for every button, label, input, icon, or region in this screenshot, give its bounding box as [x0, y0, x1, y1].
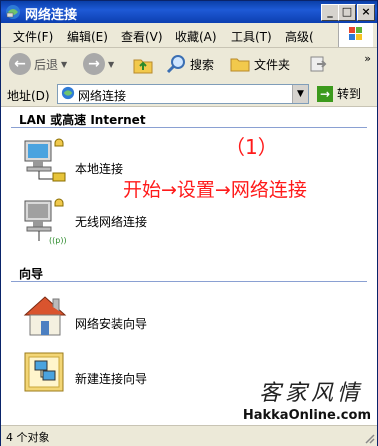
- network-connections-icon: [61, 86, 75, 100]
- local-connection-icon[interactable]: [19, 137, 69, 187]
- title-bar[interactable]: 网络连接 _ □ ×: [1, 1, 377, 23]
- search-label: 搜索: [190, 57, 215, 72]
- window-title: 网络连接: [25, 8, 78, 23]
- minimize-button[interactable]: _: [321, 4, 339, 21]
- group-divider: [11, 127, 367, 128]
- back-label: 后退: [34, 57, 59, 72]
- search-button[interactable]: 搜索: [165, 51, 214, 77]
- resize-grip-icon[interactable]: [363, 432, 375, 444]
- address-label: 地址(D): [7, 89, 50, 103]
- go-button[interactable]: → 转到: [317, 85, 361, 102]
- address-input[interactable]: 网络连接 ▼: [57, 84, 309, 104]
- network-setup-wizard-label[interactable]: 网络安装向导: [75, 315, 147, 332]
- toolbar-chevron-icon[interactable]: »: [364, 52, 371, 65]
- address-bar: 地址(D) 网络连接 ▼ → 转到: [1, 82, 377, 107]
- go-label: 转到: [337, 87, 362, 101]
- close-button[interactable]: ×: [357, 4, 375, 21]
- up-button[interactable]: [131, 51, 155, 77]
- network-setup-wizard-icon[interactable]: [21, 293, 69, 339]
- move-to-button[interactable]: [307, 51, 329, 77]
- status-text: 4 个对象: [6, 431, 50, 444]
- status-bar: 4 个对象: [1, 425, 377, 446]
- content-pane: LAN 或高速 Internet 本地连接 ((p)) 无线网络连接 向导 网络…: [1, 107, 377, 425]
- toolbar: ← 后退 ▼ → ▼ 搜索 文件夹 »: [1, 48, 377, 83]
- local-connection-label[interactable]: 本地连接: [75, 160, 123, 177]
- folders-label: 文件夹: [254, 57, 291, 72]
- folders-icon: [230, 58, 250, 72]
- maximize-button[interactable]: □: [338, 4, 356, 21]
- forward-dropdown-icon[interactable]: ▼: [108, 60, 114, 69]
- wireless-connection-label[interactable]: 无线网络连接: [75, 213, 147, 230]
- signature: 客家风情: [258, 381, 363, 406]
- watermark: HakkaOnline.com: [242, 408, 371, 423]
- annotation-path: 开始→设置→网络连接: [123, 179, 307, 201]
- group-header-lan: LAN 或高速 Internet: [19, 113, 146, 127]
- move-to-icon: [310, 56, 327, 72]
- group-header-wizard: 向导: [19, 267, 44, 281]
- go-arrow-icon: →: [317, 85, 333, 102]
- new-connection-wizard-label[interactable]: 新建连接向导: [75, 370, 147, 387]
- wireless-connection-icon[interactable]: ((p)): [19, 197, 69, 247]
- forward-button[interactable]: → ▼: [83, 51, 114, 77]
- network-connections-icon: [6, 5, 20, 19]
- annotation-step-number: （1）: [225, 135, 278, 159]
- search-icon: [166, 55, 185, 74]
- address-dropdown-icon[interactable]: ▼: [292, 85, 308, 103]
- back-dropdown-icon[interactable]: ▼: [61, 60, 67, 69]
- windows-logo-icon: [338, 23, 373, 47]
- svg-text:((p)): ((p)): [49, 236, 67, 245]
- forward-arrow-icon: →: [83, 53, 105, 75]
- menu-favorites[interactable]: 收藏(A): [175, 28, 217, 45]
- group-divider: [11, 281, 367, 282]
- folders-button[interactable]: 文件夹: [229, 51, 290, 77]
- menu-bar: 文件(F) 编辑(E) 查看(V) 收藏(A) 工具(T) 高级(: [1, 23, 377, 48]
- explorer-window: 网络连接 _ □ × 文件(F) 编辑(E) 查看(V) 收藏(A) 工具(T)…: [0, 0, 378, 446]
- address-value: 网络连接: [78, 89, 127, 103]
- back-button[interactable]: ← 后退 ▼: [9, 51, 67, 77]
- new-connection-wizard-icon[interactable]: [21, 347, 69, 395]
- back-arrow-icon: ←: [9, 53, 31, 75]
- menu-tools[interactable]: 工具(T): [231, 28, 272, 45]
- menu-view[interactable]: 查看(V): [121, 28, 163, 45]
- menu-advanced[interactable]: 高级(: [285, 28, 314, 45]
- menu-file[interactable]: 文件(F): [13, 28, 53, 45]
- folder-up-icon: [133, 59, 153, 74]
- menu-edit[interactable]: 编辑(E): [67, 28, 108, 45]
